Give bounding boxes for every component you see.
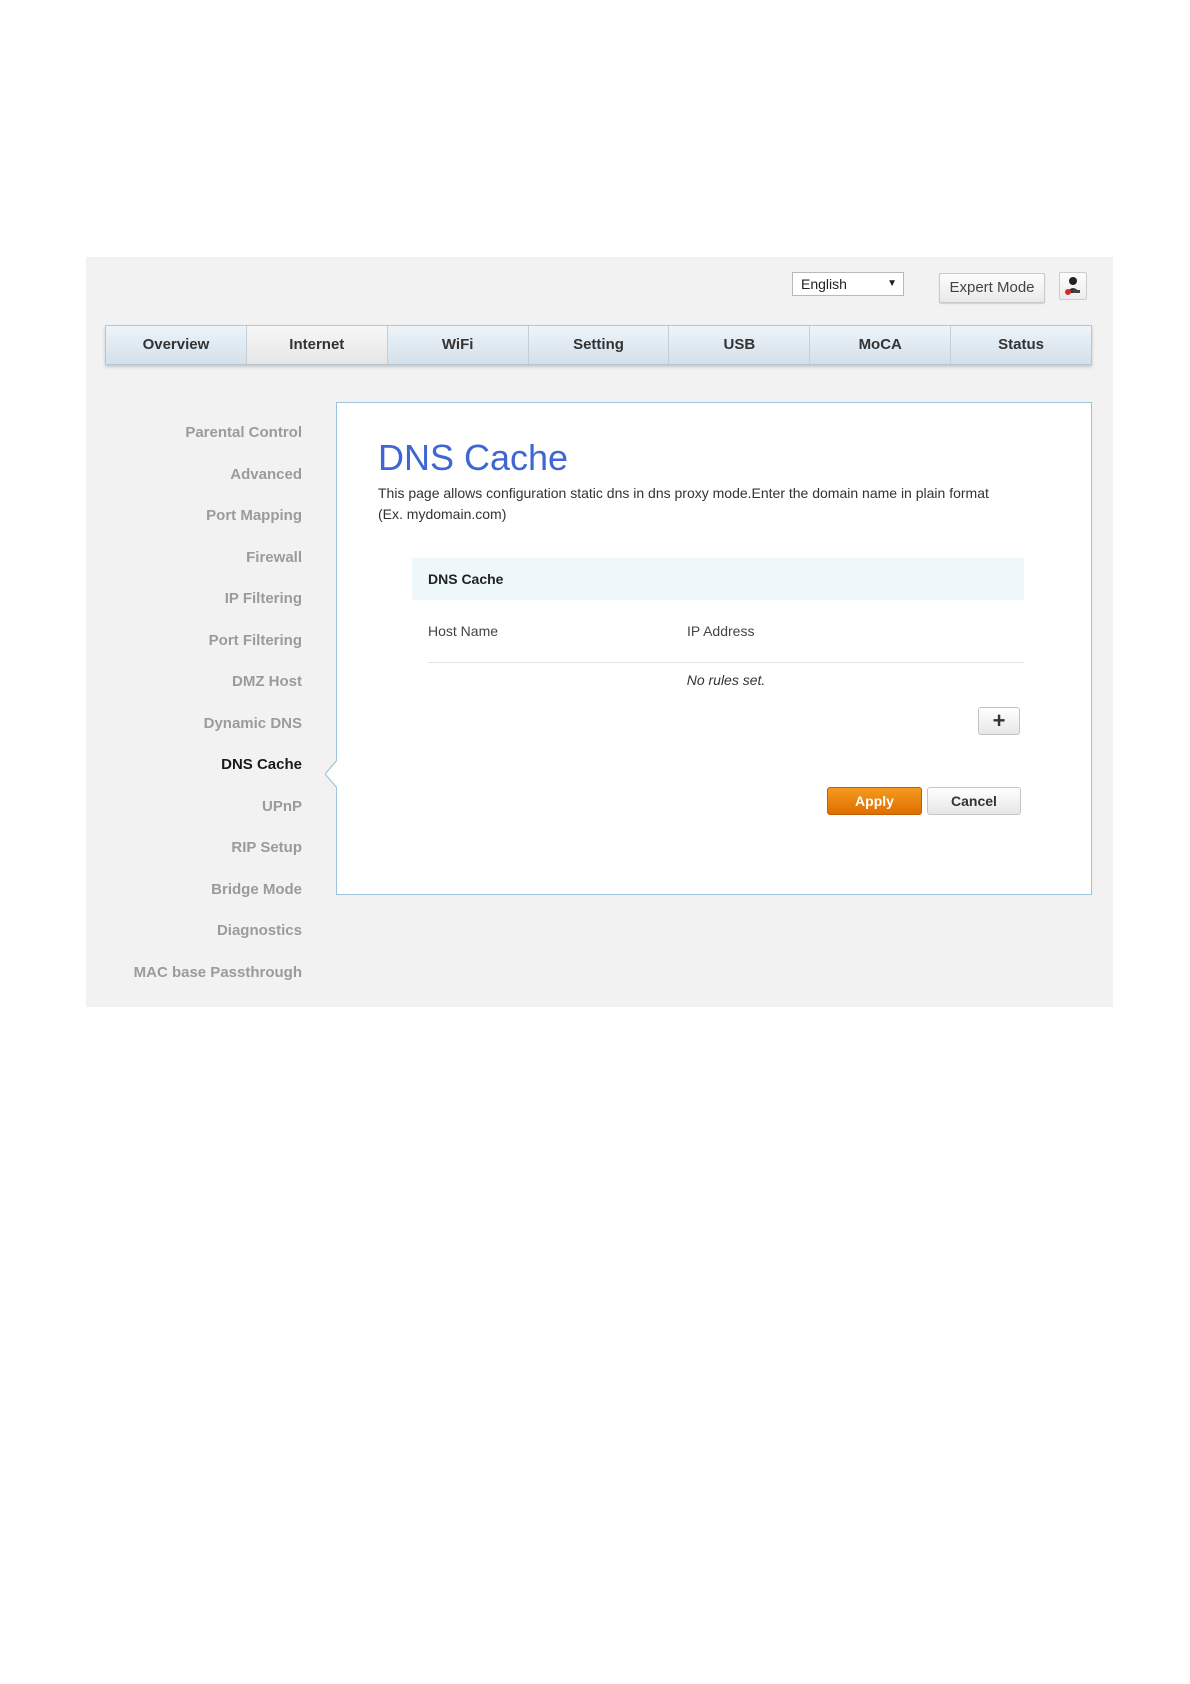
user-account-button[interactable] bbox=[1059, 272, 1087, 300]
tab-status[interactable]: Status bbox=[951, 326, 1091, 364]
sidebar: Parental Control Advanced Port Mapping F… bbox=[86, 423, 302, 1004]
language-select[interactable]: English ▼ bbox=[792, 272, 904, 296]
page-title: DNS Cache bbox=[378, 437, 569, 478]
sidebar-item-dns-cache[interactable]: DNS Cache bbox=[86, 755, 302, 797]
column-header-host-name: Host Name bbox=[428, 623, 499, 639]
sidebar-item-port-filtering[interactable]: Port Filtering bbox=[86, 631, 302, 673]
expert-mode-button[interactable]: Expert Mode bbox=[939, 273, 1045, 303]
sidebar-item-dynamic-dns[interactable]: Dynamic DNS bbox=[86, 714, 302, 756]
dns-cache-table-header: DNS Cache bbox=[412, 558, 1024, 600]
sidebar-item-mac-base-passthrough[interactable]: MAC base Passthrough bbox=[86, 963, 302, 1005]
sidebar-item-parental-control[interactable]: Parental Control bbox=[86, 423, 302, 465]
cancel-button[interactable]: Cancel bbox=[927, 787, 1021, 815]
router-admin-frame: English ▼ Expert Mode Overview Internet … bbox=[86, 257, 1113, 1007]
sidebar-item-firewall[interactable]: Firewall bbox=[86, 548, 302, 590]
language-select-value: English bbox=[801, 276, 847, 292]
tab-usb[interactable]: USB bbox=[669, 326, 811, 364]
tab-overview[interactable]: Overview bbox=[106, 326, 247, 364]
table-divider bbox=[428, 662, 1024, 663]
sidebar-item-diagnostics[interactable]: Diagnostics bbox=[86, 921, 302, 963]
tab-wifi[interactable]: WiFi bbox=[388, 326, 529, 364]
page-description-example: (Ex. mydomain.com) bbox=[378, 506, 507, 522]
sidebar-item-rip-setup[interactable]: RIP Setup bbox=[86, 838, 302, 880]
tab-setting[interactable]: Setting bbox=[529, 326, 670, 364]
add-rule-button[interactable]: + bbox=[978, 707, 1020, 735]
sidebar-item-advanced[interactable]: Advanced bbox=[86, 465, 302, 507]
content-panel: DNS Cache This page allows configuration… bbox=[336, 402, 1092, 895]
sidebar-item-dmz-host[interactable]: DMZ Host bbox=[86, 672, 302, 714]
user-icon bbox=[1065, 277, 1080, 295]
chevron-down-icon: ▼ bbox=[887, 278, 897, 289]
sidebar-item-bridge-mode[interactable]: Bridge Mode bbox=[86, 880, 302, 922]
sidebar-item-port-mapping[interactable]: Port Mapping bbox=[86, 506, 302, 548]
page-description: This page allows configuration static dn… bbox=[378, 483, 1038, 525]
column-header-ip-address: IP Address bbox=[687, 623, 755, 639]
apply-button[interactable]: Apply bbox=[827, 787, 922, 815]
sidebar-item-ip-filtering[interactable]: IP Filtering bbox=[86, 589, 302, 631]
empty-table-message: No rules set. bbox=[686, 672, 766, 688]
sidebar-item-upnp[interactable]: UPnP bbox=[86, 797, 302, 839]
tab-internet[interactable]: Internet bbox=[246, 326, 388, 364]
tab-moca[interactable]: MoCA bbox=[810, 326, 952, 364]
main-nav: Overview Internet WiFi Setting USB MoCA … bbox=[105, 325, 1092, 365]
page-description-line: This page allows configuration static dn… bbox=[378, 485, 989, 501]
